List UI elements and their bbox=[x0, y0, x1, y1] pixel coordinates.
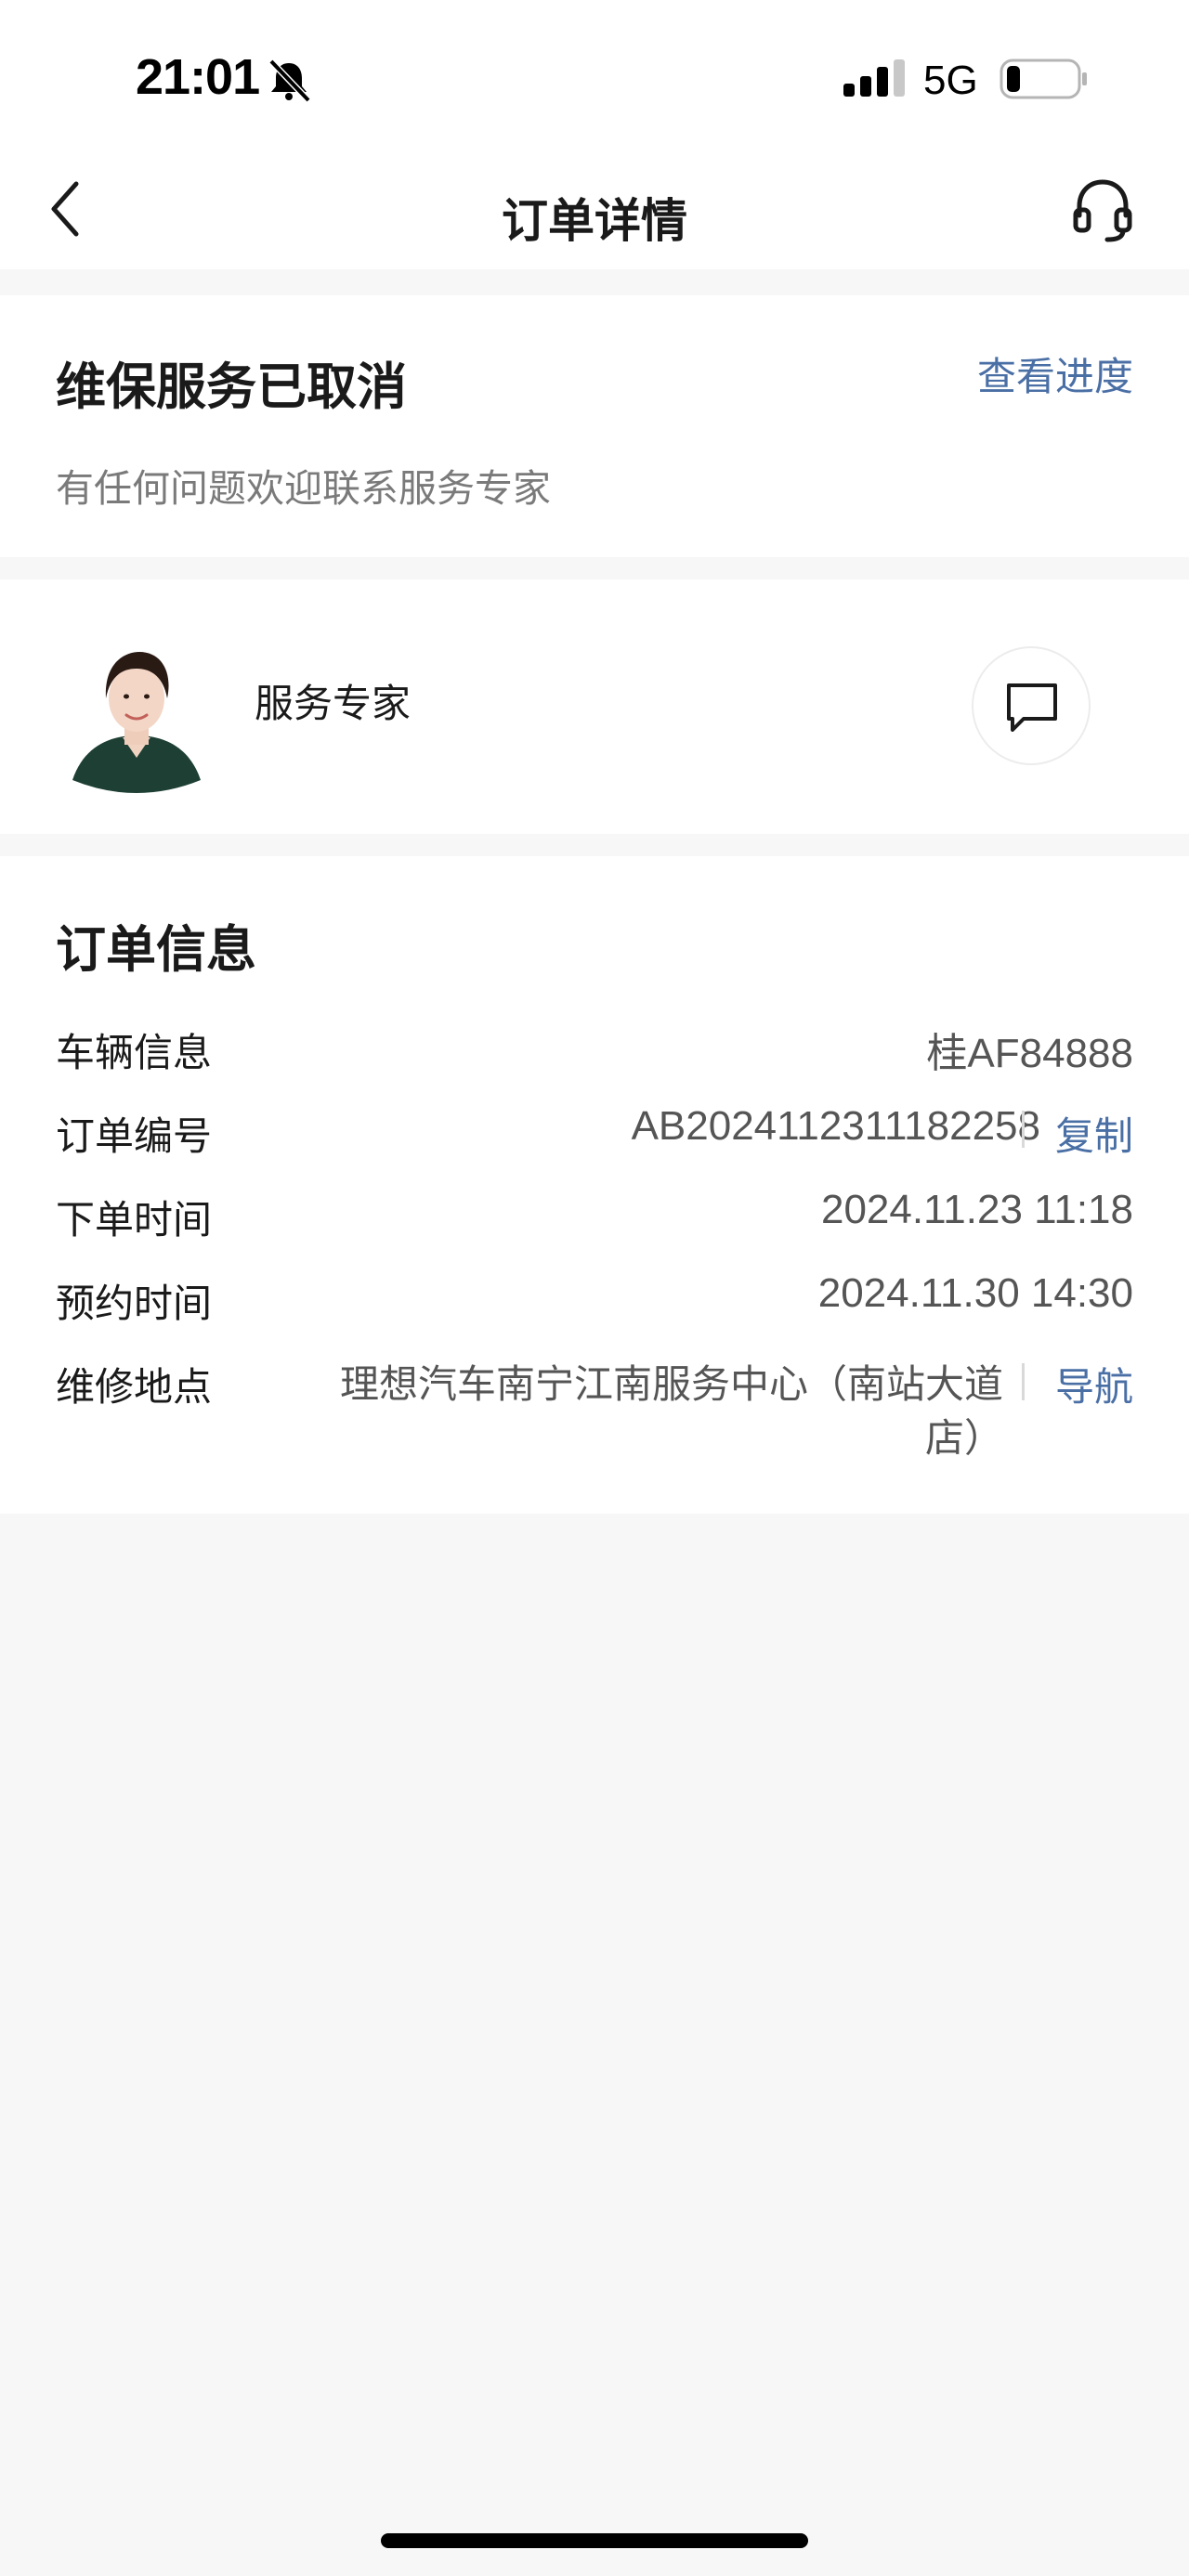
order-time-value: 2024.11.23 11:18 bbox=[820, 1187, 1133, 1232]
battery-icon bbox=[1000, 59, 1087, 99]
status-title: 维保服务已取消 bbox=[56, 359, 407, 415]
status-bar: 21:01 5G bbox=[0, 0, 1189, 149]
nav-bar: 订单详情 bbox=[0, 149, 1189, 269]
copy-button[interactable]: 复制 bbox=[1055, 1105, 1133, 1162]
appointment-time-label: 预约时间 bbox=[56, 1281, 213, 1325]
navigate-button[interactable]: 导航 bbox=[1055, 1356, 1133, 1412]
order-time-label: 下单时间 bbox=[56, 1198, 213, 1242]
page-title: 订单详情 bbox=[502, 195, 687, 247]
view-progress-link[interactable]: 查看进度 bbox=[977, 345, 1133, 402]
signal-icon bbox=[843, 59, 905, 97]
divider bbox=[1022, 1363, 1025, 1400]
order-info-card: 订单信息 车辆信息 桂AF84888 订单编号 AB20241123111822… bbox=[0, 856, 1189, 1514]
chat-icon bbox=[1007, 683, 1057, 732]
repair-location-value: 理想汽车南宁江南服务中心（南站大道店） bbox=[339, 1362, 1003, 1460]
expert-card: 服务专家 bbox=[0, 579, 1189, 834]
home-indicator bbox=[381, 2533, 808, 2548]
vehicle-label: 车辆信息 bbox=[56, 1031, 213, 1074]
appointment-time-value: 2024.11.30 14:30 bbox=[817, 1270, 1133, 1316]
order-info-title: 订单信息 bbox=[56, 922, 256, 978]
expert-name: 服务专家 bbox=[255, 682, 412, 725]
vehicle-value: 桂AF84888 bbox=[926, 1031, 1133, 1076]
network-label: 5G bbox=[923, 58, 978, 103]
order-number-label: 订单编号 bbox=[56, 1114, 213, 1158]
divider bbox=[1022, 1111, 1025, 1148]
status-subtitle: 有任何问题欢迎联系服务专家 bbox=[56, 467, 551, 510]
repair-location-label: 维修地点 bbox=[56, 1365, 213, 1409]
status-card: 维保服务已取消 查看进度 有任何问题欢迎联系服务专家 bbox=[0, 295, 1189, 557]
chat-button[interactable] bbox=[972, 646, 1091, 765]
avatar bbox=[72, 652, 201, 793]
status-time: 21:01 bbox=[136, 49, 260, 105]
bell-slash-icon bbox=[268, 59, 311, 102]
headset-icon[interactable] bbox=[1070, 175, 1135, 243]
order-number-value: AB2024112311182258 bbox=[631, 1103, 1040, 1149]
